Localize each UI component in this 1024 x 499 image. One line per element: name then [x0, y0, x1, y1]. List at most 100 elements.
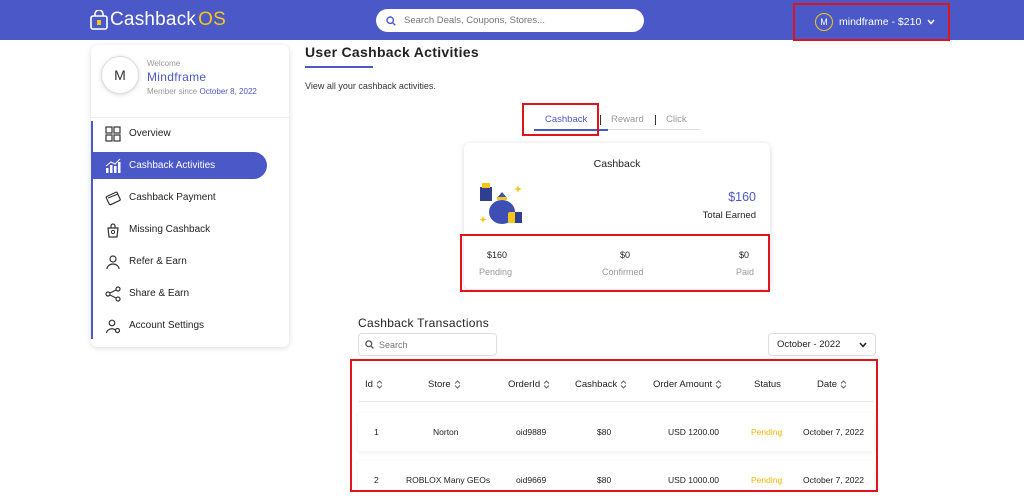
month-select[interactable]: October - 2022 — [768, 333, 876, 356]
sidebar-item-label: Share & Earn — [129, 288, 190, 299]
header-divider — [358, 401, 874, 402]
cell-orderid: oid9889 — [516, 427, 547, 437]
column-header-date[interactable]: Date — [817, 379, 847, 390]
global-search-box[interactable] — [376, 9, 644, 32]
shopping-bag-icon — [90, 10, 108, 30]
tab-click[interactable]: Click — [666, 114, 687, 125]
column-header-label: Store — [428, 379, 451, 390]
search-icon — [386, 15, 396, 26]
sidebar-item-missing-cashback[interactable]: Missing Cashback — [91, 216, 267, 243]
tab-reward[interactable]: Reward — [611, 114, 644, 125]
sidebar-item-label: Refer & Earn — [129, 256, 187, 267]
sort-icon — [715, 380, 722, 389]
money-bag-icon — [479, 183, 522, 224]
column-header-label: Status — [754, 379, 781, 390]
top-navbar: CashbackOS M mindframe - $210 — [0, 0, 1024, 41]
gear-user-icon — [104, 317, 121, 334]
cell-date: October 7, 2022 — [803, 475, 864, 485]
profile-avatar: M — [101, 56, 139, 94]
cell-status: Pending — [751, 475, 783, 485]
logo-text: Cashback — [110, 9, 197, 30]
search-icon — [365, 340, 374, 349]
sidebar-item-account-settings[interactable]: Account Settings — [91, 312, 267, 339]
page-title: User Cashback Activities — [305, 44, 479, 60]
cell-orderid: oid9669 — [516, 475, 547, 485]
page-subtitle: View all your cashback activities. — [305, 81, 436, 91]
sort-icon — [620, 380, 627, 389]
cell-id: 1 — [374, 427, 379, 437]
member-since-label: Member since — [147, 87, 198, 96]
sidebar-item-label: Missing Cashback — [129, 224, 211, 235]
cell-store: ROBLOX Many GEOs — [406, 475, 491, 485]
member-since: Member since October 8, 2022 — [147, 87, 257, 96]
bag-search-icon — [104, 221, 121, 238]
pending-value: $160 — [487, 250, 508, 260]
chevron-down-icon — [927, 19, 935, 25]
cashback-summary-card: Cashback $160 Total Earned $160 Pending … — [460, 143, 770, 292]
profile-name: Mindframe — [147, 70, 207, 84]
sidebar-item-cashback-payment[interactable]: Cashback Payment — [91, 184, 267, 211]
sidebar-item-refer-earn[interactable]: Refer & Earn — [91, 248, 267, 275]
confirmed-label: Confirmed — [602, 267, 644, 277]
column-header-store[interactable]: Store — [428, 379, 461, 390]
tab-separator — [655, 115, 656, 125]
global-search-input[interactable] — [404, 15, 624, 26]
user-menu-label: mindframe - $210 — [839, 16, 922, 28]
highlight-box — [460, 234, 770, 292]
member-since-date: October 8, 2022 — [199, 87, 257, 96]
sidebar: M Welcome Mindframe Member since October… — [91, 45, 289, 347]
cell-cashback: $80 — [597, 427, 612, 437]
cell-order-amount: USD 1000.00 — [668, 475, 720, 485]
column-header-label: Order Amount — [653, 379, 713, 390]
column-header-order-amount[interactable]: Order Amount — [653, 379, 722, 390]
sort-icon — [543, 380, 550, 389]
sidebar-item-label: Account Settings — [129, 320, 205, 331]
sidebar-item-cashback-activities[interactable]: Cashback Activities — [91, 152, 267, 179]
pending-label: Pending — [479, 267, 513, 277]
logo[interactable]: Cashback OS — [90, 8, 226, 32]
user-menu[interactable]: M mindframe - $210 — [793, 3, 950, 41]
sidebar-item-label: Overview — [129, 128, 171, 139]
card-title: Cashback — [593, 158, 641, 170]
cell-order-amount: USD 1200.00 — [668, 427, 720, 437]
tab-separator — [600, 115, 601, 125]
column-header-orderid[interactable]: OrderId — [508, 379, 550, 390]
highlight-box — [522, 103, 599, 136]
column-header-label: Cashback — [575, 379, 618, 390]
person-icon — [104, 253, 121, 270]
share-icon — [104, 285, 121, 302]
paid-value: $0 — [739, 250, 750, 260]
cell-id: 2 — [374, 475, 379, 485]
transactions-table: Id Store OrderId Cashback Order Amount S… — [350, 359, 878, 492]
sort-icon — [376, 380, 383, 389]
logo-accent: OS — [198, 9, 226, 30]
transactions-search-input[interactable] — [379, 339, 489, 350]
cell-store: Norton — [433, 427, 459, 437]
grid-icon — [104, 125, 121, 142]
sidebar-item-overview[interactable]: Overview — [91, 120, 267, 147]
sidebar-item-share-earn[interactable]: Share & Earn — [91, 280, 267, 307]
activity-tabs: Cashback Reward Click — [520, 103, 700, 137]
sidebar-item-label: Cashback Payment — [129, 192, 216, 203]
welcome-text: Welcome — [147, 59, 181, 68]
chart-icon — [104, 157, 121, 174]
sort-icon — [840, 380, 847, 389]
payment-icon — [104, 189, 121, 206]
user-avatar: M — [815, 13, 833, 31]
column-header-status[interactable]: Status — [754, 379, 781, 390]
total-earned-label: Total Earned — [702, 210, 756, 221]
sort-icon — [454, 380, 461, 389]
cell-cashback: $80 — [597, 475, 612, 485]
divider — [91, 117, 289, 118]
cell-date: October 7, 2022 — [803, 427, 864, 437]
total-earned-value: $160 — [728, 190, 756, 204]
month-select-value: October - 2022 — [777, 339, 841, 350]
transactions-search-box[interactable] — [358, 333, 497, 356]
column-header-label: Date — [817, 379, 838, 390]
chevron-down-icon — [859, 342, 867, 348]
cell-status: Pending — [751, 427, 783, 437]
transactions-title: Cashback Transactions — [358, 316, 490, 330]
column-header-cashback[interactable]: Cashback — [575, 379, 627, 390]
column-header-id[interactable]: Id — [365, 379, 383, 390]
confirmed-value: $0 — [620, 250, 631, 260]
